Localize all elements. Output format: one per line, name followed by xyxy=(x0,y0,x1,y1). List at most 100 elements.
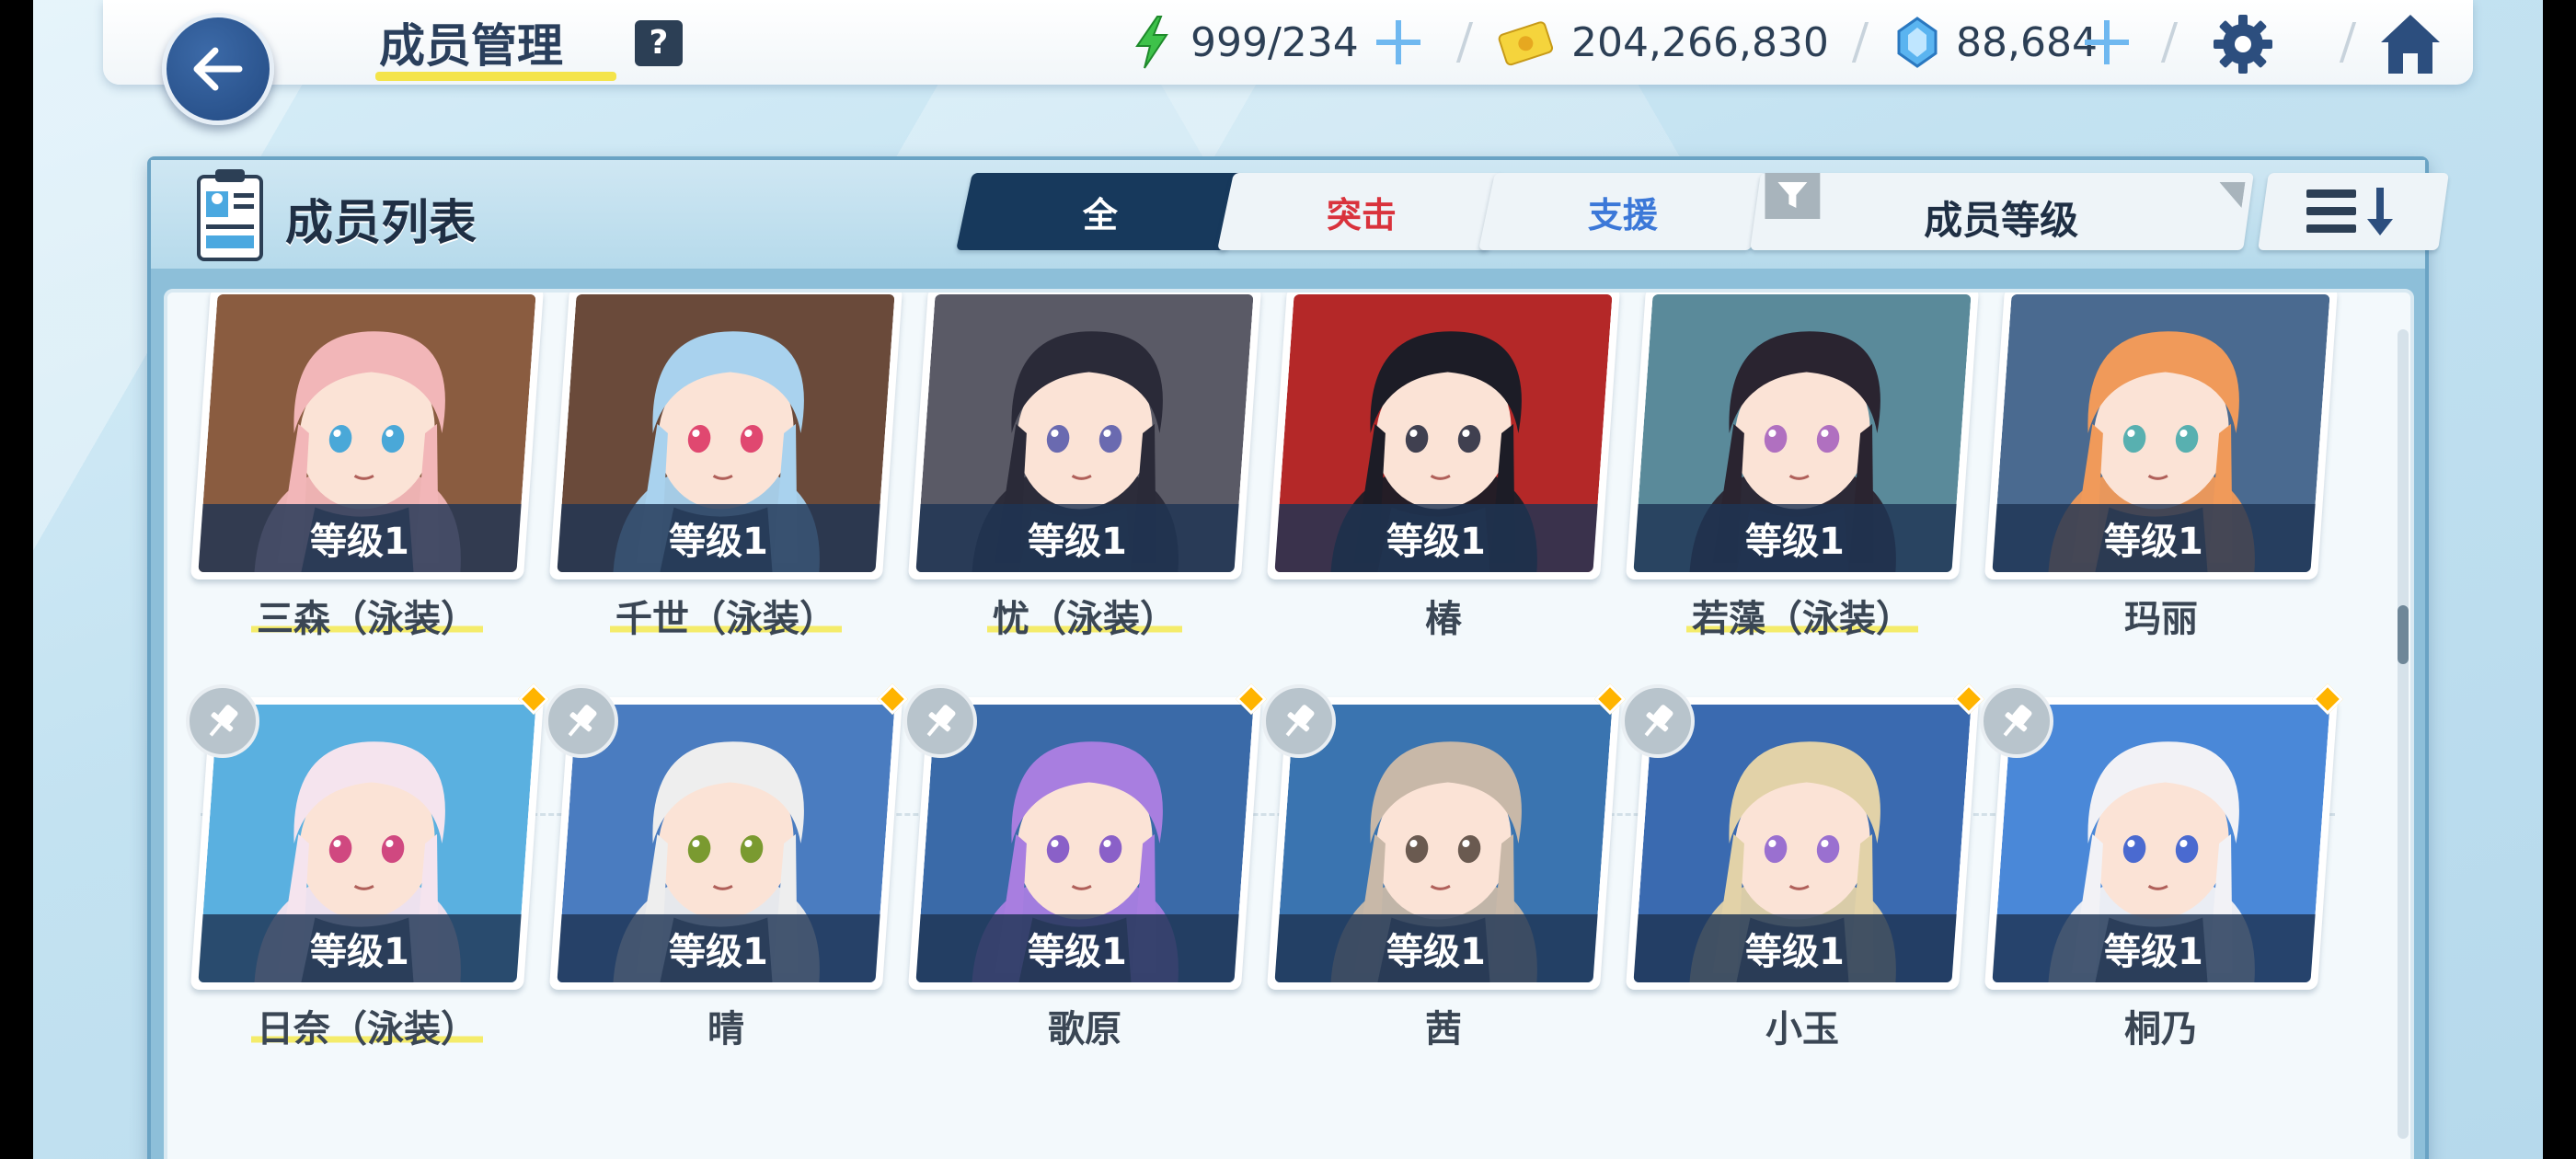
separator xyxy=(1455,22,1474,63)
member-portrait-frame: 等级1 xyxy=(548,293,903,580)
ap-counter: 999/234 xyxy=(1130,13,1359,72)
member-level: 等级1 xyxy=(669,521,768,563)
member-name: 三森（泳装） xyxy=(251,589,483,642)
level-bar: 等级1 xyxy=(1633,914,1957,982)
pin-button[interactable] xyxy=(1621,684,1695,758)
settings-gear-icon[interactable] xyxy=(2210,11,2276,77)
gems-value: 88,684 xyxy=(1956,18,2098,66)
level-bar: 等级1 xyxy=(1274,504,1598,572)
ap-plus-icon[interactable] xyxy=(1371,13,1426,72)
member-name: 晴 xyxy=(707,1008,744,1050)
member-card[interactable]: 等级1 椿 xyxy=(1266,293,1621,659)
member-card[interactable]: 等级1 三森（泳装） xyxy=(190,293,545,659)
member-card[interactable]: 等级1 忧（泳装） xyxy=(907,293,1262,659)
member-name-label: 三森（泳装） xyxy=(201,589,534,642)
sort-dropdown[interactable]: 成员等级 xyxy=(1750,173,2254,250)
title-underline xyxy=(375,72,616,81)
level-bar: 等级1 xyxy=(557,504,880,572)
pin-button[interactable] xyxy=(186,684,259,758)
member-card[interactable]: 等级1 歌原 xyxy=(903,683,1267,1069)
pin-icon xyxy=(568,705,597,737)
lightning-icon xyxy=(1135,16,1168,69)
scrollbar-thumb[interactable] xyxy=(2398,605,2409,664)
back-arrow-icon xyxy=(193,47,243,91)
member-card[interactable]: 等级1 茜 xyxy=(1262,683,1626,1069)
sort-descending-icon xyxy=(2306,188,2393,235)
level-bar: 等级1 xyxy=(1274,914,1598,982)
ap-value: 999/234 xyxy=(1190,18,1359,66)
pyroxene-gem-icon xyxy=(1897,17,1938,68)
member-card[interactable]: 等级1 日奈（泳装） xyxy=(186,683,549,1069)
level-bar: 等级1 xyxy=(915,504,1239,572)
pin-button[interactable] xyxy=(1262,684,1336,758)
page-title: 成员管理 xyxy=(379,19,563,73)
member-level: 等级1 xyxy=(1028,931,1127,973)
panel-title: 成员列表 xyxy=(285,196,477,251)
member-name: 歌原 xyxy=(1048,1008,1121,1050)
member-level: 等级1 xyxy=(1745,521,1845,563)
member-grid: 等级1 三森（泳装） 等级1 千世（泳装） 等级1 忧（泳装） 等级1 椿 等级… xyxy=(164,289,2414,1159)
member-card[interactable]: 等级1 桐乃 xyxy=(1980,683,2343,1069)
member-name-label: 晴 xyxy=(559,999,892,1052)
member-level: 等级1 xyxy=(2104,521,2203,563)
top-bar: 成员管理 ? 999/234 204,266,830 88,684 xyxy=(103,0,2473,85)
member-portrait-frame: 等级1 xyxy=(1984,293,2339,580)
member-portrait-frame: 等级1 xyxy=(1625,293,1980,580)
tab-support[interactable]: 支援 xyxy=(1478,173,1767,250)
member-name: 小玉 xyxy=(1765,1008,1839,1050)
level-bar: 等级1 xyxy=(915,914,1239,982)
member-name-label: 茜 xyxy=(1277,999,1610,1052)
member-name: 若藻（泳装） xyxy=(1686,589,1918,642)
member-level: 等级1 xyxy=(1028,521,1127,563)
level-bar: 等级1 xyxy=(198,914,522,982)
pin-button[interactable] xyxy=(1980,684,2053,758)
level-bar: 等级1 xyxy=(1992,914,2316,982)
member-card[interactable]: 等级1 若藻（泳装） xyxy=(1625,293,1980,659)
pin-icon xyxy=(926,705,956,737)
member-level: 等级1 xyxy=(1386,931,1486,973)
member-card[interactable]: 等级1 千世（泳装） xyxy=(548,293,903,659)
separator xyxy=(2160,22,2179,63)
member-name: 日奈（泳装） xyxy=(251,999,483,1052)
member-name-label: 日奈（泳装） xyxy=(201,999,534,1052)
member-level: 等级1 xyxy=(1745,931,1845,973)
member-level: 等级1 xyxy=(669,931,768,973)
member-name-label: 若藻（泳装） xyxy=(1636,589,1969,642)
pin-button[interactable] xyxy=(545,684,618,758)
panel-header: 成员列表 全 突击 支援 成员等级 xyxy=(151,160,2449,269)
member-level: 等级1 xyxy=(1386,521,1486,563)
pin-icon xyxy=(2003,705,2032,737)
member-level: 等级1 xyxy=(310,521,409,563)
gems-plus-icon[interactable] xyxy=(2079,13,2134,72)
member-name-label: 桐乃 xyxy=(1995,999,2328,1052)
home-icon[interactable] xyxy=(2377,11,2444,77)
member-name: 忧（泳装） xyxy=(987,589,1182,642)
member-card[interactable]: 等级1 晴 xyxy=(545,683,908,1069)
sort-order-button[interactable] xyxy=(2258,173,2449,250)
member-level: 等级1 xyxy=(2104,931,2203,973)
level-bar: 等级1 xyxy=(1633,504,1957,572)
tab-all[interactable]: 全 xyxy=(956,173,1245,250)
member-name: 茜 xyxy=(1425,1008,1462,1050)
member-name-label: 小玉 xyxy=(1636,999,1969,1052)
pin-button[interactable] xyxy=(903,684,977,758)
member-portrait-frame: 等级1 xyxy=(190,293,545,580)
member-name: 桐乃 xyxy=(2124,1008,2198,1050)
member-list-panel: 成员列表 全 突击 支援 成员等级 等级1 三森（泳装） 等级1 千世（泳装） … xyxy=(147,156,2449,1159)
member-card-icon xyxy=(197,169,263,261)
member-name-label: 忧（泳装） xyxy=(918,589,1251,642)
member-name-label: 千世（泳装） xyxy=(559,589,892,642)
scrollbar-track[interactable] xyxy=(2398,329,2409,1139)
game-screen: 成员管理 ? 999/234 204,266,830 88,684 成员列表 全… xyxy=(33,0,2543,1159)
member-name: 千世（泳装） xyxy=(610,589,842,642)
level-bar: 等级1 xyxy=(1992,504,2316,572)
member-card[interactable]: 等级1 小玉 xyxy=(1621,683,1984,1069)
member-card[interactable]: 等级1 玛丽 xyxy=(1984,293,2339,659)
back-button[interactable] xyxy=(162,13,274,125)
type-filter-tabs: 全 突击 支援 xyxy=(956,173,1767,254)
tab-striker[interactable]: 突击 xyxy=(1217,173,1506,250)
help-button[interactable]: ? xyxy=(635,20,683,66)
pin-icon xyxy=(1644,705,1673,737)
level-bar: 等级1 xyxy=(198,504,522,572)
member-name: 玛丽 xyxy=(2124,598,2198,640)
